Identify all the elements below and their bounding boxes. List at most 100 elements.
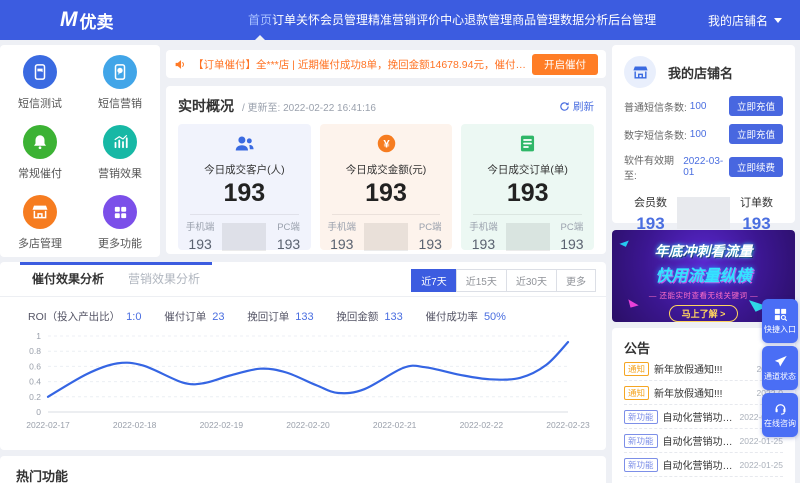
quick-item-sms-test[interactable]: 短信测试 — [0, 55, 80, 111]
svg-text:0.2: 0.2 — [29, 392, 41, 402]
stat-value: 193 — [223, 179, 266, 207]
banner-line1: 年底冲刺看流量 — [654, 243, 753, 259]
stat-value: 193 — [365, 179, 407, 207]
nav-item-admin[interactable]: 后台管理 — [608, 0, 656, 40]
floating-toolbar: 快捷入口 通道状态 在线咨询 — [762, 299, 798, 437]
notice-item[interactable]: 新功能 自动化营销功能上线 2022-01-25 — [624, 429, 783, 453]
kpi-reminder-orders: 催付订单 23 — [164, 311, 225, 323]
range-7d-button[interactable]: 近7天 — [411, 269, 457, 292]
quick-item-more-features[interactable]: 更多功能 — [80, 195, 160, 251]
headset-icon — [775, 404, 785, 415]
notice-item[interactable]: 新功能 自动化营销功能上线 2022-01-25 — [624, 453, 783, 477]
range-30d-button[interactable]: 近30天 — [505, 269, 557, 292]
dashboard-page: M 优卖 首页 订单关怀 会员管理 精准营销 评价中心 退款管理 商品管理 数据… — [0, 0, 800, 483]
online-support-button[interactable]: 在线咨询 — [762, 393, 798, 437]
quick-item-payment-reminder[interactable]: 常规催付 — [0, 125, 80, 181]
stat-label: 今日成交订单(单) — [487, 164, 568, 176]
sms-balance-row: 普通短信条数: 100 立即充值 — [624, 96, 783, 116]
svg-text:2022-02-21: 2022-02-21 — [373, 420, 417, 430]
yuan-coin-icon: ¥ — [376, 133, 397, 159]
nav-item-marketing[interactable]: 精准营销 — [368, 0, 416, 40]
app-logo[interactable]: M 优卖 — [60, 0, 114, 40]
main-menu: 首页 订单关怀 会员管理 精准营销 评价中心 退款管理 商品管理 数据分析 后台… — [248, 0, 656, 40]
nav-item-order-care[interactable]: 订单关怀 — [272, 0, 320, 40]
account-name: 我的店铺名 — [707, 13, 768, 28]
notice-badge: 新功能 — [624, 409, 658, 424]
quick-item-marketing-effect[interactable]: 营销效果 — [80, 125, 160, 181]
account-dropdown[interactable]: 我的店铺名 — [708, 0, 782, 40]
range-15d-button[interactable]: 近15天 — [455, 269, 507, 292]
stat-card-amount: ¥ 今日成交金额(元) 193 手机端 193 PC端 193 — [319, 124, 453, 252]
grid-search-icon — [774, 308, 787, 322]
learn-more-button[interactable]: 马上了解 > — [668, 305, 739, 322]
realtime-stat-cards: 今日成交客户(人) 193 手机端 193 PC端 193 ¥ 今日成交金额(元) … — [178, 124, 595, 252]
svg-text:1: 1 — [36, 331, 41, 341]
pc-label: PC端 — [277, 222, 300, 233]
paper-plane-icon — [774, 355, 787, 367]
notice-item[interactable]: 新功能 自动化营销功能上线 2022-01-25 — [624, 405, 783, 429]
bar-chart-icon — [103, 125, 137, 159]
svg-text:2022-02-17: 2022-02-17 — [26, 420, 70, 430]
megaphone-icon — [174, 58, 187, 71]
nav-item-home[interactable]: 首页 — [248, 0, 272, 40]
logo-text: 优卖 — [79, 12, 114, 32]
order-doc-icon — [517, 133, 538, 159]
svg-text:¥: ¥ — [383, 139, 390, 151]
notice-badge: 新功能 — [624, 433, 658, 448]
notice-badge: 通知 — [624, 385, 650, 400]
notice-badge: 新功能 — [624, 457, 658, 472]
shop-name: 我的店铺名 — [668, 65, 734, 81]
svg-text:2022-02-19: 2022-02-19 — [200, 420, 244, 430]
refresh-icon — [560, 101, 569, 111]
date-range-group: 近7天 近15天 近30天 更多 — [411, 269, 596, 292]
start-reminder-button[interactable]: 开启催付 — [532, 53, 598, 75]
nav-item-refunds[interactable]: 退款管理 — [464, 0, 512, 40]
mobile-value: 193 — [188, 236, 212, 252]
effect-analysis-card: 催付效果分析 营销效果分析 近7天 近15天 近30天 更多 ROI（投入产出比… — [0, 262, 606, 450]
svg-text:0.8: 0.8 — [29, 346, 41, 356]
kpi-success-rate: 催付成功率 50% — [425, 311, 506, 323]
svg-text:2022-02-20: 2022-02-20 — [286, 420, 330, 430]
nav-item-members[interactable]: 会员管理 — [320, 0, 368, 40]
kpi-recovered-amount: 挽回金额 133 — [336, 311, 403, 323]
hot-features-card: 热门功能 — [0, 456, 606, 483]
grid-icon — [103, 195, 137, 229]
recharge-button[interactable]: 立即充值 — [728, 124, 783, 144]
quick-item-label: 短信测试 — [18, 98, 62, 110]
top-navbar: M 优卖 首页 订单关怀 会员管理 精准营销 评价中心 退款管理 商品管理 数据… — [0, 0, 800, 40]
quick-actions-panel: 短信测试 短信营销 常规催付 营销效果 多店管理 更多功能 — [0, 45, 160, 257]
svg-text:0.6: 0.6 — [29, 361, 41, 371]
tab-marketing-analysis[interactable]: 营销效果分析 — [116, 262, 212, 296]
realtime-updated-at: / 更新至: 2022-02-22 16:41:16 — [242, 102, 376, 114]
mobile-value: 193 — [471, 236, 496, 252]
nav-item-reviews[interactable]: 评价中心 — [416, 0, 464, 40]
mobile-label: 手机端 — [469, 222, 498, 233]
recharge-button[interactable]: 立即充值 — [728, 96, 783, 116]
quick-item-multi-store[interactable]: 多店管理 — [0, 195, 80, 251]
storefront-icon — [624, 56, 656, 88]
member-count: 会员数 193 — [634, 197, 667, 233]
svg-text:0: 0 — [36, 407, 41, 417]
stat-label: 今日成交金额(元) — [345, 164, 427, 176]
analysis-kpi-row: ROI（投入产出比） 1:0 催付订单 23 挽回订单 133 挽回金额 133 催付成… — [0, 297, 606, 324]
refresh-button[interactable]: 刷新 — [559, 99, 594, 114]
stat-card-orders: 今日成交订单(单) 193 手机端 193 PC端 193 — [461, 124, 595, 252]
kpi-roi: ROI（投入产出比） 1:0 — [28, 311, 142, 323]
realtime-overview-card: 实时概况 / 更新至: 2022-02-22 16:41:16 刷新 今日成交客… — [166, 86, 606, 254]
realtime-header: 实时概况 / 更新至: 2022-02-22 16:41:16 刷新 — [178, 96, 594, 116]
range-more-button[interactable]: 更多 — [556, 269, 596, 292]
notice-item[interactable]: 通知 新年放假通知!!! 2022-0 — [624, 381, 783, 405]
nav-item-products[interactable]: 商品管理 — [512, 0, 560, 40]
trend-line-chart: 0 0.2 0.4 0.6 0.8 1 2022-02-17 2022-02-18 2022-0… — [26, 331, 590, 430]
tab-reminder-analysis[interactable]: 催付效果分析 — [20, 262, 116, 296]
quick-item-sms-marketing[interactable]: 短信营销 — [80, 55, 160, 111]
nav-item-analytics[interactable]: 数据分析 — [560, 0, 608, 40]
notice-item[interactable]: 通知 新年放假通知!!! 2022-0 — [624, 357, 783, 381]
svg-text:2022-02-23: 2022-02-23 — [546, 420, 590, 430]
quick-entry-button[interactable]: 快捷入口 — [762, 299, 798, 343]
channel-status-button[interactable]: 通道状态 — [762, 346, 798, 390]
renew-button[interactable]: 立即续费 — [728, 157, 783, 177]
order-count: 订单数 193 — [740, 197, 773, 233]
stat-card-customers: 今日成交客户(人) 193 手机端 193 PC端 193 — [178, 124, 311, 252]
phone-sms-icon — [23, 55, 57, 89]
